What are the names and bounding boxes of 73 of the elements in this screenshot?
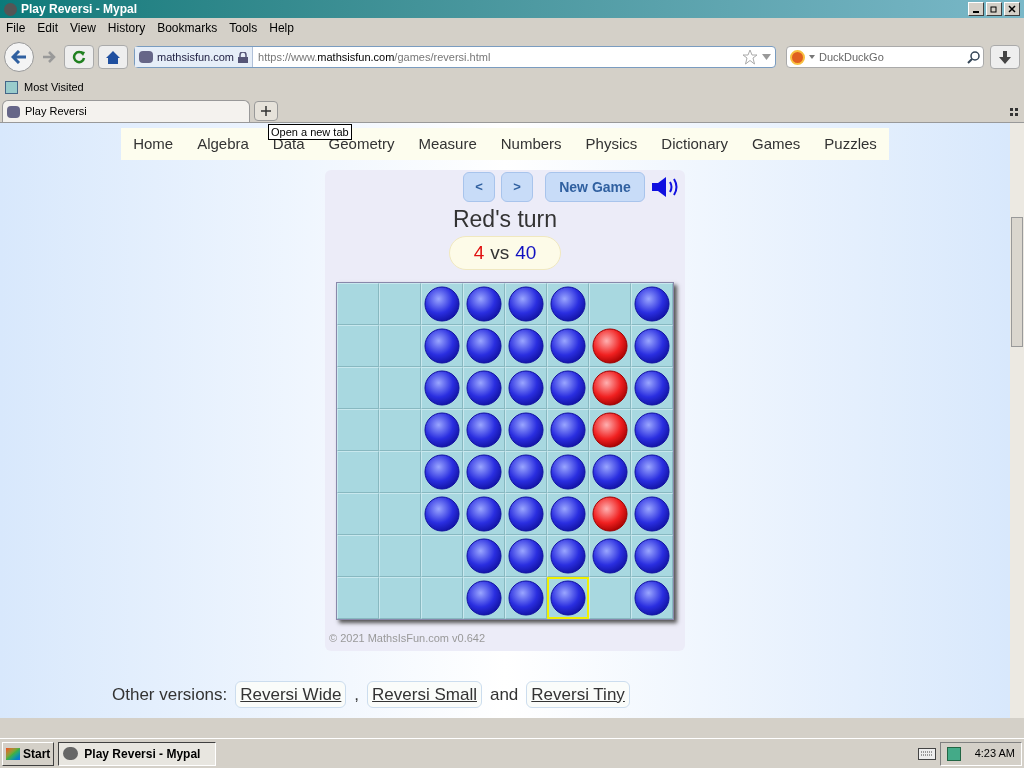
keyboard-icon	[917, 747, 936, 760]
back-button[interactable]	[4, 42, 34, 72]
scrollbar[interactable]	[1010, 123, 1024, 718]
reload-button[interactable]	[64, 45, 94, 69]
download-button[interactable]	[990, 45, 1020, 69]
menu-item[interactable]: File	[6, 19, 26, 37]
restore-button[interactable]	[986, 2, 1002, 16]
nav-link[interactable]: Measure	[418, 132, 477, 156]
close-button[interactable]	[1004, 2, 1020, 16]
menu-item[interactable]: History	[107, 19, 146, 37]
grip-icon	[1010, 108, 1018, 116]
previous-button[interactable]: <	[463, 172, 495, 202]
search-field[interactable]: DuckDuckGo	[786, 46, 984, 68]
taskbar-button[interactable]: Play Reversi - Mypal	[58, 741, 217, 766]
site-identity: mathsisfun.com	[157, 49, 235, 65]
dropdown-icon	[809, 55, 815, 59]
app-icon	[4, 2, 17, 16]
windows-logo-icon	[6, 747, 20, 760]
nav-link[interactable]: Home	[133, 132, 174, 156]
lock-icon	[238, 51, 249, 63]
version-link[interactable]: Reversi Small	[367, 680, 482, 708]
menu-item[interactable]: Help	[269, 19, 294, 37]
menu-item[interactable]: Bookmarks	[157, 19, 218, 37]
nav-link[interactable]: Algebra	[197, 132, 249, 156]
nav-link[interactable]: Dictionary	[661, 132, 728, 156]
start-button[interactable]: Start	[2, 741, 55, 766]
copyright-text: © 2021 MathsIsFun.com v0.642	[329, 631, 486, 646]
minimize-button[interactable]	[968, 2, 984, 16]
tab-icon	[7, 105, 20, 118]
score: 4	[473, 240, 485, 265]
window-title: Play Reversi - Mypal	[21, 1, 138, 18]
score: 40	[515, 240, 537, 265]
clock: 4:23 AM	[974, 746, 1015, 762]
home-icon	[106, 50, 120, 64]
vs-label: vs	[490, 240, 510, 265]
download-arrow-icon	[999, 50, 1011, 64]
menu-item[interactable]: Tools	[229, 19, 258, 37]
menu-item[interactable]: View	[70, 19, 96, 37]
plus-icon	[261, 106, 271, 116]
close-icon	[1008, 5, 1016, 13]
search-icon[interactable]	[967, 50, 980, 64]
site-icon	[139, 51, 153, 63]
separator-text: and	[489, 683, 519, 706]
turn-label: Red's turn	[452, 205, 558, 234]
app-icon	[63, 747, 79, 760]
versions-label: Other versions:	[112, 683, 228, 706]
forward-arrow-icon	[42, 51, 56, 63]
menu-item[interactable]: Edit	[37, 19, 59, 37]
version-link[interactable]: Reversi Tiny	[526, 680, 630, 708]
separator-text: ,	[354, 683, 360, 706]
folder-icon	[5, 80, 18, 94]
restore-icon	[990, 5, 998, 13]
nav-link[interactable]: Games	[752, 132, 801, 156]
dropdown-icon[interactable]	[762, 54, 771, 60]
new-game-button[interactable]: New Game	[545, 172, 645, 202]
back-arrow-icon	[11, 50, 27, 64]
bookmark-item[interactable]: Most Visited	[24, 78, 84, 96]
version-link[interactable]: Reversi Wide	[235, 680, 347, 708]
speaker-icon[interactable]	[651, 176, 679, 198]
url-text: https://www.mathsisfun.com/games/reversi.html	[258, 49, 491, 65]
star-icon[interactable]	[742, 49, 758, 65]
search-engine-icon	[790, 49, 805, 65]
home-button[interactable]	[98, 45, 128, 69]
address-bar[interactable]: mathsisfun.com https://www.mathsisfun.com/games/reversi.html	[134, 46, 776, 68]
nav-link[interactable]: Physics	[585, 132, 638, 156]
new-tab-button[interactable]	[254, 101, 278, 121]
network-icon	[946, 746, 961, 761]
browser-tab[interactable]: Play Reversi	[2, 100, 250, 122]
tooltip: Open a new tab	[268, 124, 352, 140]
reload-icon	[72, 50, 86, 64]
next-button[interactable]: >	[501, 172, 533, 202]
nav-link[interactable]: Numbers	[500, 132, 562, 156]
nav-link[interactable]: Puzzles	[824, 132, 877, 156]
